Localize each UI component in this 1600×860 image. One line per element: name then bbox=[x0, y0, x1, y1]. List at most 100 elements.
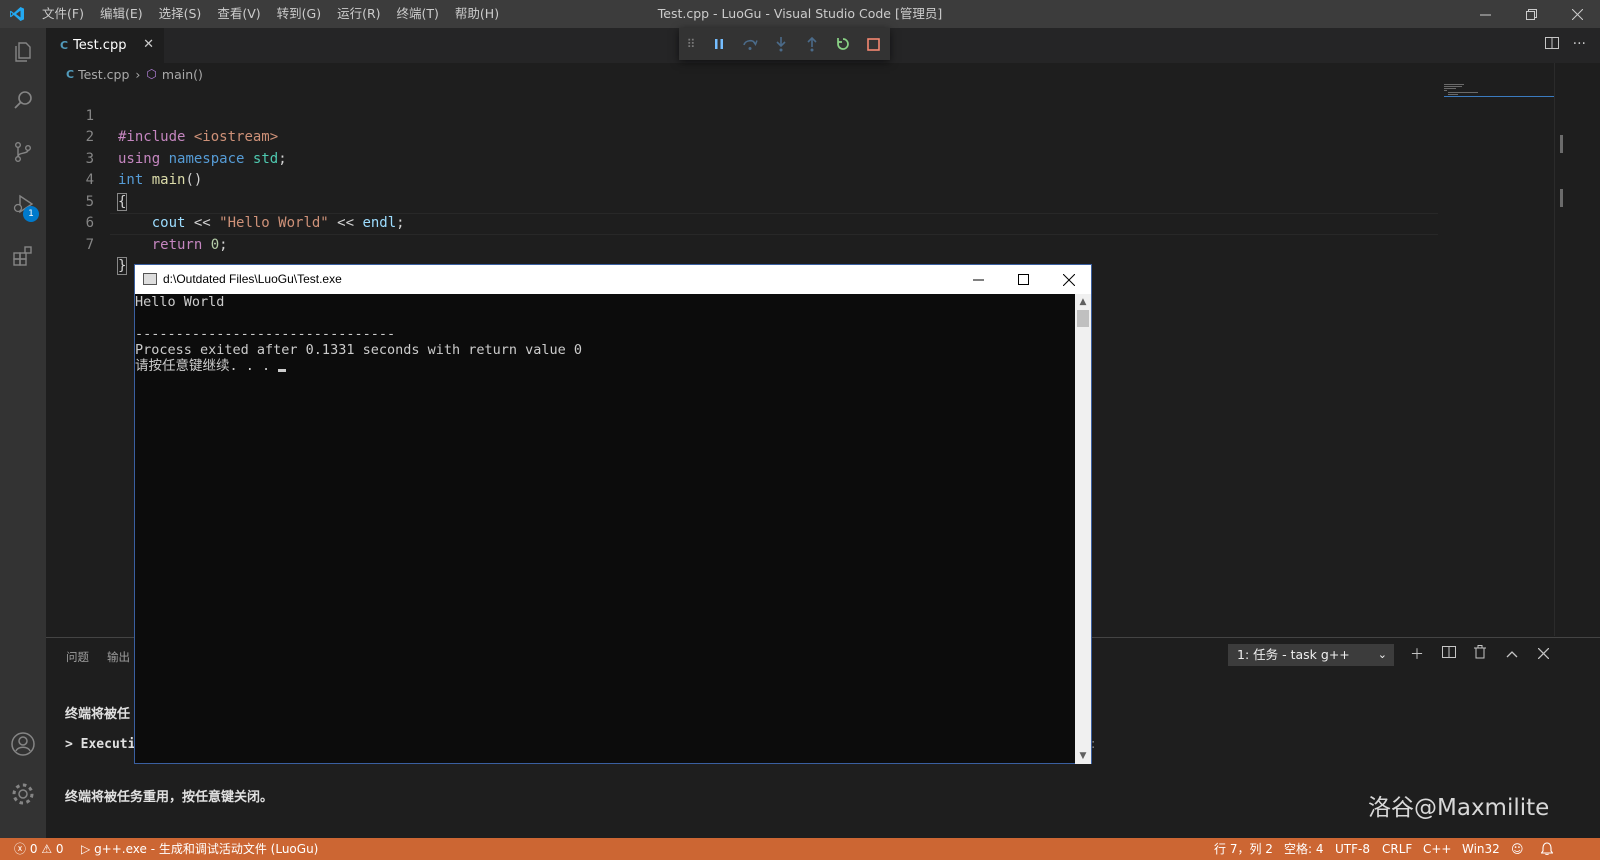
breadcrumb-file[interactable]: Test.cpp bbox=[78, 67, 129, 82]
chevron-right-icon: › bbox=[135, 66, 141, 82]
stop-icon[interactable] bbox=[858, 28, 889, 60]
search-icon[interactable] bbox=[0, 76, 46, 124]
debug-badge: 1 bbox=[23, 206, 39, 222]
new-terminal-icon[interactable]: ＋ bbox=[1406, 644, 1428, 666]
menu-go[interactable]: 转到(G) bbox=[269, 0, 329, 28]
console-window[interactable]: d:\Outdated Files\LuoGu\Test.exe Hello W… bbox=[134, 264, 1092, 764]
menu-edit[interactable]: 编辑(E) bbox=[92, 0, 151, 28]
scroll-marker bbox=[1560, 189, 1563, 207]
method-cube-icon: ⬡ bbox=[146, 67, 157, 81]
language-mode[interactable]: C++ bbox=[1423, 838, 1452, 860]
menu-run[interactable]: 运行(R) bbox=[329, 0, 388, 28]
split-terminal-icon[interactable] bbox=[1438, 644, 1460, 666]
close-window-icon[interactable] bbox=[1554, 0, 1600, 28]
indentation[interactable]: 空格: 4 bbox=[1284, 838, 1324, 860]
close-icon[interactable] bbox=[1046, 265, 1091, 294]
scroll-down-icon[interactable]: ▼ bbox=[1075, 748, 1091, 764]
terminal-message: 终端将被任务重用，按任意键关闭。 bbox=[65, 790, 274, 805]
token-keyword: return bbox=[151, 236, 203, 253]
debug-toolbar: ⠿ bbox=[679, 28, 890, 60]
minimize-icon[interactable] bbox=[956, 265, 1001, 294]
vscode-logo-icon bbox=[0, 0, 34, 28]
watermark: 洛谷@Maxmilite bbox=[1368, 795, 1550, 821]
code-line: 2 using namespace std; bbox=[46, 106, 1446, 167]
restore-icon[interactable] bbox=[1508, 0, 1554, 28]
explorer-icon[interactable] bbox=[0, 28, 46, 76]
trash-icon[interactable] bbox=[1469, 644, 1491, 666]
problems-status[interactable]: ⓧ 0 ⚠ 0 bbox=[14, 838, 64, 860]
tab-output[interactable]: 输出 bbox=[107, 649, 130, 665]
chevron-down-icon: ⌄ bbox=[1377, 648, 1387, 661]
console-line: -------------------------------- bbox=[135, 326, 396, 342]
menu-selection[interactable]: 选择(S) bbox=[151, 0, 210, 28]
cursor-position[interactable]: 行 7，列 2 bbox=[1214, 838, 1273, 860]
extensions-icon[interactable] bbox=[0, 232, 46, 280]
status-bar: ⓧ 0 ⚠ 0 ▷ g++.exe - 生成和调试活动文件 (LuoGu) 行 … bbox=[0, 838, 1600, 860]
console-title-bar[interactable]: d:\Outdated Files\LuoGu\Test.exe bbox=[135, 265, 1091, 294]
scroll-up-icon[interactable]: ▲ bbox=[1075, 294, 1091, 310]
pause-icon[interactable] bbox=[703, 28, 734, 60]
menu-view[interactable]: 查看(V) bbox=[209, 0, 268, 28]
feedback-icon[interactable]: ☺ bbox=[1511, 838, 1524, 860]
step-over-icon[interactable] bbox=[734, 28, 765, 60]
console-line: 请按任意键继续. . . bbox=[135, 358, 279, 374]
settings-gear-icon[interactable] bbox=[0, 770, 46, 818]
token-brace: } bbox=[116, 257, 128, 275]
menu-file[interactable]: 文件(F) bbox=[34, 0, 92, 28]
code-editor[interactable]: 1 #include <iostream> 2 using namespace … bbox=[46, 84, 1446, 275]
step-out-icon[interactable] bbox=[796, 28, 827, 60]
error-icon: ⓧ bbox=[14, 842, 27, 856]
more-actions-icon[interactable]: ··· bbox=[1573, 36, 1586, 54]
tab-problems[interactable]: 问题 bbox=[66, 649, 89, 665]
activity-bar: 1 bbox=[0, 28, 46, 838]
minimize-icon[interactable] bbox=[1462, 0, 1508, 28]
scroll-thumb[interactable] bbox=[1077, 310, 1089, 327]
menu-terminal[interactable]: 终端(T) bbox=[389, 0, 447, 28]
line-ending[interactable]: CRLF bbox=[1382, 838, 1412, 860]
encoding[interactable]: UTF-8 bbox=[1335, 838, 1370, 860]
platform[interactable]: Win32 bbox=[1462, 838, 1500, 860]
cpp-file-icon: C bbox=[60, 39, 69, 52]
menu-help[interactable]: 帮助(H) bbox=[447, 0, 507, 28]
minimap-viewport bbox=[1444, 96, 1554, 97]
line-number: 7 bbox=[85, 236, 94, 253]
scroll-marker bbox=[1560, 135, 1563, 153]
code-line: 4 { bbox=[46, 149, 1446, 211]
tab-test-cpp[interactable]: C Test.cpp ✕ bbox=[46, 28, 164, 63]
console-title: d:\Outdated Files\LuoGu\Test.exe bbox=[163, 272, 342, 286]
source-control-icon[interactable] bbox=[0, 128, 46, 176]
account-icon[interactable] bbox=[0, 720, 46, 768]
maximize-panel-icon[interactable] bbox=[1501, 644, 1523, 666]
console-line: Hello World bbox=[135, 294, 225, 310]
title-bar: 文件(F) 编辑(E) 选择(S) 查看(V) 转到(G) 运行(R) 终端(T… bbox=[0, 0, 1600, 28]
token-number: 0 bbox=[210, 236, 220, 253]
code-line: 7 } bbox=[46, 213, 1446, 275]
console-window-controls bbox=[956, 265, 1091, 294]
terminal-select[interactable]: 1: 任务 - task g++ ⌄ bbox=[1228, 644, 1394, 666]
restart-icon[interactable] bbox=[827, 28, 858, 60]
terminal-message: 终端将被任 bbox=[65, 707, 131, 722]
run-debug-icon[interactable]: 1 bbox=[0, 180, 46, 228]
breadcrumb-symbol[interactable]: main() bbox=[162, 67, 203, 82]
play-icon: ▷ bbox=[81, 842, 91, 856]
close-tab-icon[interactable]: ✕ bbox=[143, 37, 154, 52]
step-into-icon[interactable] bbox=[765, 28, 796, 60]
task-status[interactable]: ▷ g++.exe - 生成和调试活动文件 (LuoGu) bbox=[81, 838, 318, 860]
notifications-bell-icon[interactable] bbox=[1540, 838, 1554, 860]
maximize-icon[interactable] bbox=[1001, 265, 1046, 294]
drag-handle-icon[interactable]: ⠿ bbox=[679, 28, 703, 60]
tab-label: Test.cpp bbox=[73, 38, 127, 53]
code-line: 1 #include <iostream> bbox=[46, 84, 1446, 146]
terminal-message: > Executin bbox=[65, 737, 144, 752]
split-editor-icon[interactable] bbox=[1544, 36, 1559, 54]
code-line: 6 return 0; bbox=[46, 192, 1446, 253]
menu-bar: 文件(F) 编辑(E) 选择(S) 查看(V) 转到(G) 运行(R) 终端(T… bbox=[34, 0, 507, 28]
cpp-file-icon: C bbox=[66, 67, 75, 81]
window-controls bbox=[1462, 0, 1600, 28]
terminal-select-value: 1: 任务 - task g++ bbox=[1237, 647, 1350, 662]
console-scrollbar[interactable]: ▲ ▼ bbox=[1075, 294, 1091, 764]
close-panel-icon[interactable] bbox=[1532, 644, 1554, 666]
editor-scrollbar[interactable] bbox=[1554, 63, 1568, 636]
